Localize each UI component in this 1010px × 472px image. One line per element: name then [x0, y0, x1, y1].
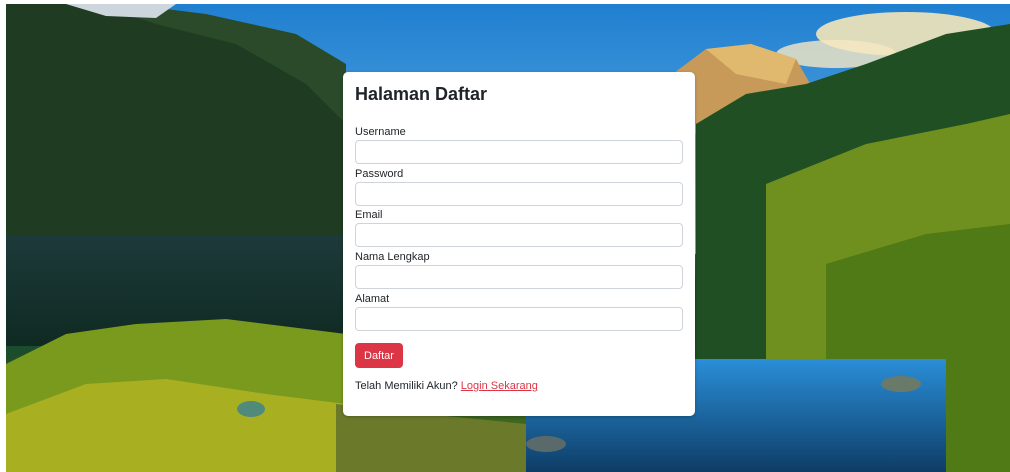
nama-lengkap-label: Nama Lengkap — [355, 251, 430, 263]
password-input[interactable] — [355, 182, 683, 206]
alamat-input[interactable] — [355, 307, 683, 331]
username-input[interactable] — [355, 140, 683, 164]
background-landscape: Halaman Daftar Username Password Email N… — [6, 4, 1010, 472]
nama-lengkap-input[interactable] — [355, 265, 683, 289]
login-prompt-text: Telah Memiliki Akun? — [355, 380, 458, 392]
register-card: Halaman Daftar Username Password Email N… — [343, 72, 695, 416]
daftar-button[interactable]: Daftar — [355, 343, 403, 368]
password-label: Password — [355, 168, 404, 180]
email-label: Email — [355, 209, 383, 221]
email-input[interactable] — [355, 223, 683, 247]
login-prompt: Telah Memiliki Akun? Login Sekarang — [355, 380, 538, 392]
alamat-label: Alamat — [355, 293, 390, 305]
username-label: Username — [355, 126, 406, 138]
page-title: Halaman Daftar — [355, 84, 488, 104]
login-link[interactable]: Login Sekarang — [461, 380, 538, 392]
